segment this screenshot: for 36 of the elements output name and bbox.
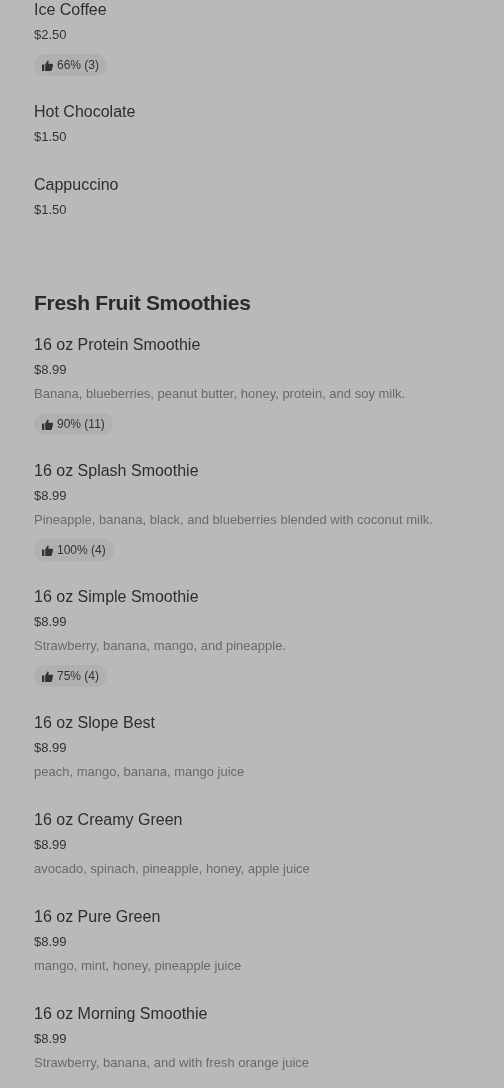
item-description: Strawberry, banana, and with fresh orange juice	[34, 1054, 311, 1072]
item-price: $2.50	[34, 26, 68, 44]
item-price: $8.99	[34, 361, 68, 379]
item-name[interactable]: 16 oz Splash Smoothie	[34, 459, 484, 483]
item-description: Pineapple, banana, black, and blueberries blended with coconut milk.	[34, 511, 434, 529]
item-price: $8.99	[34, 739, 68, 757]
item-price: $1.50	[34, 201, 68, 219]
item-name[interactable]: 16 oz Pure Green	[34, 905, 484, 929]
rating-text: 90% (11)	[57, 417, 105, 431]
item-price: $8.99	[34, 836, 68, 854]
item-name[interactable]: 16 oz Protein Smoothie	[34, 333, 484, 357]
item-description: avocado, spinach, pineapple, honey, apple juice	[34, 860, 311, 878]
item-description: peach, mango, banana, mango juice	[34, 763, 246, 781]
item-price: $8.99	[34, 1030, 68, 1048]
item-description: Banana, blueberries, peanut butter, honey, protein, and soy milk.	[34, 385, 407, 403]
item-price: $8.99	[34, 487, 68, 505]
item-price: $8.99	[34, 613, 68, 631]
item-name[interactable]: 16 oz Simple Smoothie	[34, 585, 484, 609]
rating-text: 75% (4)	[57, 669, 100, 683]
item-name[interactable]: 16 oz Morning Smoothie	[34, 1002, 484, 1026]
thumbs-up-icon	[42, 544, 53, 556]
item-price: $8.99	[34, 933, 68, 951]
item-price: $1.50	[34, 128, 68, 146]
item-name[interactable]: Ice Coffee	[34, 0, 484, 22]
item-description: Strawberry, banana, mango, and pineapple.	[34, 637, 287, 655]
rating-text: 100% (4)	[57, 543, 106, 557]
thumbs-up-icon	[42, 418, 53, 430]
thumbs-up-icon	[42, 670, 53, 682]
rating-text: 66% (3)	[57, 58, 100, 72]
item-name[interactable]: 16 oz Slope Best	[34, 711, 484, 735]
item-name[interactable]: 16 oz Creamy Green	[34, 808, 484, 832]
item-name[interactable]: Cappuccino	[34, 173, 484, 197]
item-description: mango, mint, honey, pineapple juice	[34, 957, 243, 975]
thumbs-up-icon	[42, 59, 53, 71]
section-heading: Fresh Fruit Smoothies	[34, 290, 252, 316]
item-name[interactable]: Hot Chocolate	[34, 100, 484, 124]
